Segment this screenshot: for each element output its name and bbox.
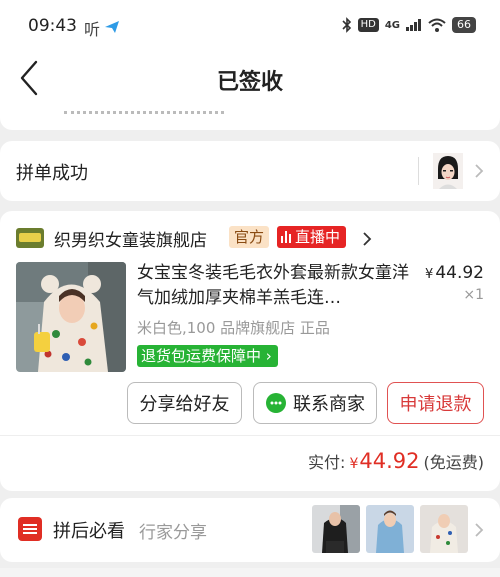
product-price: ¥44.92	[425, 263, 484, 283]
list-icon	[18, 517, 42, 541]
product-spec: 米白色,100 品牌旗舰店 正品	[137, 319, 330, 337]
member-avatar[interactable]	[433, 153, 463, 189]
status-time: 09:43	[28, 16, 77, 36]
battery-indicator: 66	[452, 17, 476, 33]
signal-icon	[406, 19, 421, 31]
shop-logo[interactable]	[16, 228, 44, 248]
after-buy-title: 拼后必看	[53, 521, 125, 542]
product-image[interactable]	[16, 262, 126, 372]
chevron-right-icon	[363, 232, 372, 246]
chevron-right-icon	[475, 523, 484, 537]
page-title: 已签收	[216, 70, 283, 95]
nav-bar: 已签收	[0, 50, 500, 108]
return-shipping-guarantee[interactable]: 退货包运费保障中 ›	[137, 345, 278, 367]
product-title[interactable]: 女宝宝冬装毛毛衣外套最新款女童洋气加绒加厚夹棉羊羔毛连…	[137, 261, 409, 311]
after-buy-subtitle: 行家分享	[139, 523, 207, 543]
hd-badge: HD	[357, 18, 379, 32]
bluetooth-icon	[342, 17, 351, 33]
status-right-icons: HD 4G 66	[342, 17, 476, 33]
group-buy-card[interactable]: 拼单成功	[0, 141, 500, 201]
send-icon	[105, 21, 119, 33]
live-tag[interactable]: 直播中	[277, 226, 347, 248]
chat-icon	[266, 393, 286, 413]
share-thumbnail[interactable]	[312, 505, 360, 553]
shop-name[interactable]: 织男织女童装旗舰店	[54, 226, 207, 251]
divider	[418, 157, 419, 185]
refund-button[interactable]: 申请退款	[387, 382, 484, 424]
listen-icon: 听	[84, 20, 101, 39]
share-thumbnail[interactable]	[366, 505, 414, 553]
live-tag-label: 直播中	[295, 228, 341, 246]
wifi-icon	[428, 18, 446, 32]
paid-label: 实付:	[308, 453, 346, 472]
shipping-note: (免运费)	[423, 453, 485, 472]
after-buy-card[interactable]: 拼后必看 行家分享	[0, 498, 500, 562]
share-thumbnail[interactable]	[420, 505, 468, 553]
live-bars-icon	[281, 231, 291, 243]
contact-seller-label: 联系商家	[293, 394, 365, 415]
chevron-right-icon	[475, 164, 484, 178]
scrolled-content-edge	[0, 108, 500, 130]
official-tag: 官方	[229, 226, 270, 248]
bottom-edge	[0, 568, 500, 577]
share-button[interactable]: 分享给好友	[127, 382, 242, 424]
paid-amount: ¥44.92	[349, 449, 420, 473]
contact-seller-button[interactable]: 联系商家	[253, 382, 377, 424]
status-bar: 09:43 听 HD 4G 66	[0, 0, 500, 50]
divider	[0, 435, 500, 436]
group-buy-title: 拼单成功	[16, 163, 88, 184]
order-card: 织男织女童装旗舰店 官方 直播中 女宝宝冬装毛毛衣外套最新款女童洋气加绒加厚夹棉…	[0, 211, 500, 491]
paid-summary: 实付: ¥44.92 (免运费)	[308, 449, 484, 473]
product-quantity: ×1	[463, 287, 484, 303]
network-label: 4G	[384, 19, 400, 31]
